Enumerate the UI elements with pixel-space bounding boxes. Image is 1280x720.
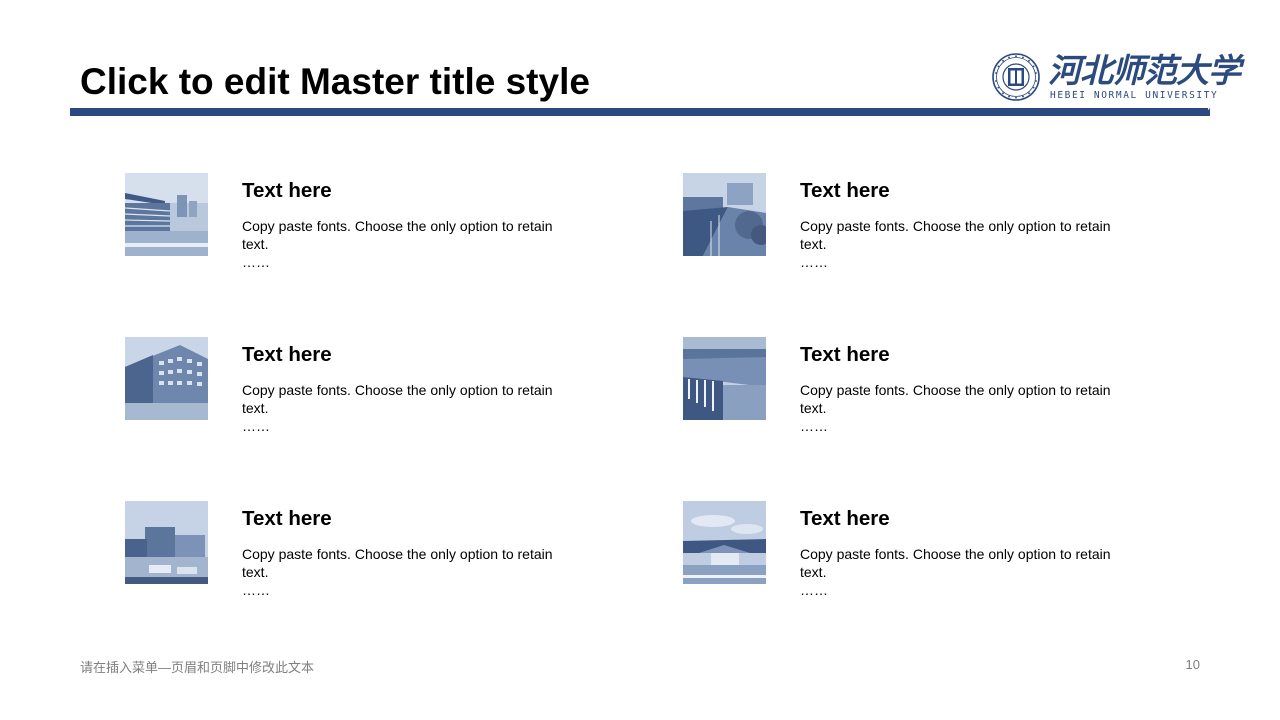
card-body-text[interactable]: Copy paste fonts. Choose the only option… [800,217,1140,253]
content-card: Text here Copy paste fonts. Choose the o… [125,337,585,447]
logo-chinese-name: 河北师范大学 [1048,51,1241,90]
campus-plaza-photo [125,501,208,584]
card-body-text[interactable]: Copy paste fonts. Choose the only option… [800,545,1140,581]
content-card: Text here Copy paste fonts. Choose the o… [683,173,1143,283]
content-card: Text here Copy paste fonts. Choose the o… [125,501,585,611]
waterfall-pond-photo [683,337,766,420]
slide-title[interactable]: Click to edit Master title style [80,60,590,104]
riverside-walkway-photo [683,173,766,256]
card-ellipsis: …… [800,254,828,270]
content-card: Text here Copy paste fonts. Choose the o… [125,173,585,283]
campus-gate-photo [683,501,766,584]
content-card: Text here Copy paste fonts. Choose the o… [683,337,1143,447]
title-underline-bar [70,108,1208,116]
card-heading[interactable]: Text here [800,507,890,531]
card-heading[interactable]: Text here [242,179,332,203]
card-ellipsis: …… [800,418,828,434]
card-body-text[interactable]: Copy paste fonts. Choose the only option… [242,381,582,417]
card-heading[interactable]: Text here [242,343,332,367]
university-logo: 河北师范大学 HEBEI NORMAL UNIVERSITY [992,52,1241,104]
card-ellipsis: …… [242,254,270,270]
card-body-text[interactable]: Copy paste fonts. Choose the only option… [242,545,582,581]
card-ellipsis: …… [800,582,828,598]
academic-building-photo [125,337,208,420]
card-heading[interactable]: Text here [800,179,890,203]
footer-text[interactable]: 请在插入菜单—页眉和页脚中修改此文本 [80,657,314,676]
title-underline-tip [1203,108,1210,116]
card-ellipsis: …… [242,418,270,434]
card-body-text[interactable]: Copy paste fonts. Choose the only option… [242,217,582,253]
university-seal-icon [992,53,1040,101]
card-ellipsis: …… [242,582,270,598]
card-heading[interactable]: Text here [242,507,332,531]
logo-english-name: HEBEI NORMAL UNIVERSITY [1050,90,1219,101]
card-body-text[interactable]: Copy paste fonts. Choose the only option… [800,381,1140,417]
page-number: 10 [1185,657,1200,672]
stadium-photo [125,173,208,256]
card-heading[interactable]: Text here [800,343,890,367]
content-card: Text here Copy paste fonts. Choose the o… [683,501,1143,611]
